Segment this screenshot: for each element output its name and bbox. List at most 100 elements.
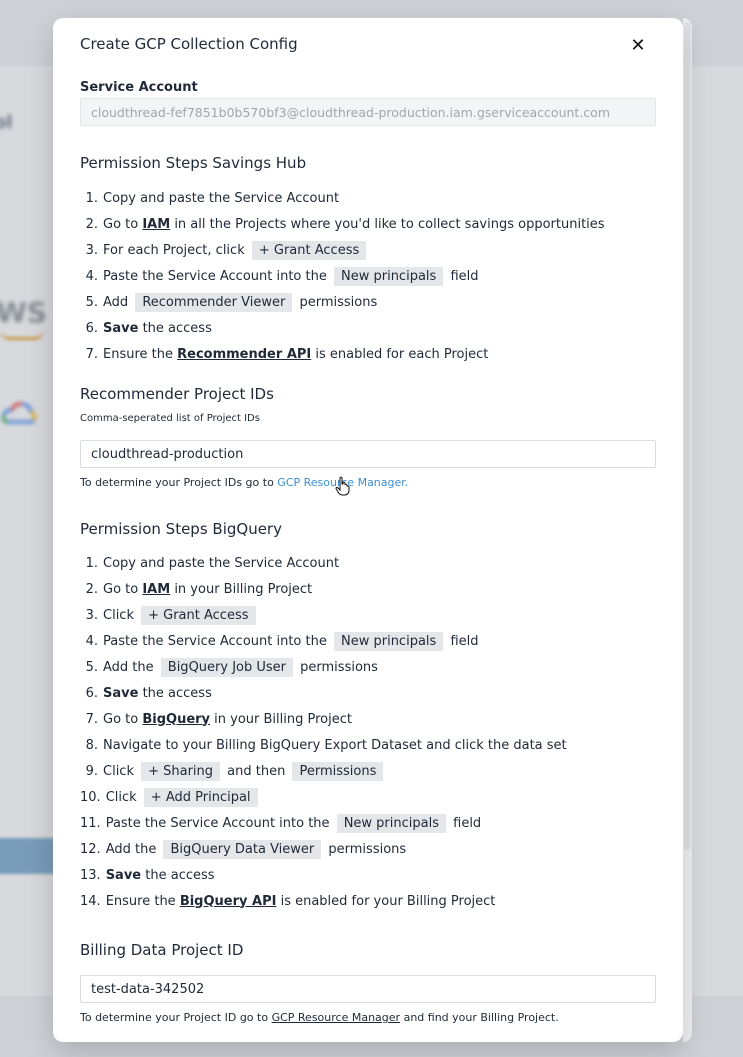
ui-label-chip: + Grant Access	[251, 240, 367, 260]
modal-title: Create GCP Collection Config	[80, 35, 298, 53]
step-text: in your Billing Project	[170, 581, 313, 597]
recommender-hint: Comma-seperated list of Project IDs	[80, 413, 260, 424]
step-text: Paste the Service Account into the	[105, 815, 334, 831]
step-text: Go to	[103, 711, 143, 727]
step-item: 14. Ensure the BigQuery API is enabled fo…	[80, 888, 660, 914]
step-text: and then	[223, 763, 290, 779]
service-account-field[interactable]: cloudthread-fef7851b0b570bf3@cloudthread…	[80, 98, 656, 126]
step-link[interactable]: BigQuery API	[180, 894, 277, 909]
step-number: 2.	[85, 216, 98, 232]
step-text: Add the	[105, 841, 161, 857]
step-text: Paste the Service Account into the	[103, 633, 331, 649]
billing-help: To determine your Project ID go to GCP R…	[80, 1011, 559, 1024]
step-text: Navigate to your Billing BigQuery Export…	[103, 737, 567, 753]
step-text: Ensure the	[103, 346, 178, 362]
step-text: in your Billing Project	[210, 711, 352, 727]
step-text: the access	[138, 685, 212, 701]
ui-label-chip: New principals	[334, 266, 444, 286]
ui-label-chip: New principals	[334, 631, 444, 651]
step-text: Click	[103, 607, 139, 623]
step-text: Click	[105, 789, 141, 805]
billing-project-id-input[interactable]: test-data-342502	[80, 975, 656, 1003]
step-number: 4.	[85, 268, 98, 284]
service-account-value: cloudthread-fef7851b0b570bf3@cloudthread…	[91, 104, 610, 120]
step-text: the access	[138, 320, 212, 336]
step-number: 1.	[85, 555, 98, 571]
create-gcp-config-modal: Create GCP Collection Config ✕ Service A…	[53, 18, 683, 1042]
savings-hub-steps: 1. Copy and paste the Service Account 2. Go…	[80, 185, 660, 367]
step-text: Go to	[103, 216, 143, 232]
step-text: is enabled for your Billing Project	[276, 893, 496, 909]
step-item: 5. Add the BigQuery Job User permissions	[80, 654, 660, 680]
step-text: Click	[103, 763, 139, 779]
gcp-resource-manager-link-2[interactable]: GCP Resource Manager	[272, 1011, 401, 1024]
step-item: 8. Navigate to your Billing BigQuery Expo…	[80, 732, 660, 758]
step-text: in all the Projects where you'd like to …	[170, 216, 605, 232]
step-number: 6.	[85, 320, 98, 336]
step-item: 1. Copy and paste the Service Account	[80, 550, 660, 576]
recommender-title: Recommender Project IDs	[80, 385, 274, 403]
savings-hub-title: Permission Steps Savings Hub	[80, 154, 307, 172]
bigquery-steps: 1. Copy and paste the Service Account 2. Go…	[80, 550, 660, 914]
close-icon: ✕	[630, 34, 646, 56]
step-item: 2. Go to IAM in all the Projects where yo…	[80, 211, 660, 237]
step-text: Add the	[103, 659, 158, 675]
step-link[interactable]: IAM	[142, 217, 170, 232]
ui-label-chip: Permissions	[292, 761, 384, 781]
step-item: 10. Click + Add Principal	[80, 784, 660, 810]
step-number: 6.	[85, 685, 98, 701]
service-account-label: Service Account	[80, 80, 198, 95]
step-link[interactable]: BigQuery	[142, 712, 210, 727]
step-link[interactable]: IAM	[142, 582, 170, 597]
step-item: 4. Paste the Service Account into the New…	[80, 263, 660, 289]
ui-label-chip: New principals	[336, 813, 446, 833]
step-bold-text: Save	[103, 320, 139, 336]
step-number: 7.	[85, 711, 98, 727]
ui-label-chip: + Add Principal	[143, 787, 258, 807]
step-text: the access	[141, 867, 215, 883]
ui-label-chip: Recommender Viewer	[135, 292, 293, 312]
step-text: is enabled for each Project	[311, 346, 489, 362]
step-number: 2.	[85, 581, 98, 597]
billing-help-suffix: and find your Billing Project.	[400, 1011, 559, 1024]
step-text: permissions	[324, 841, 407, 857]
step-item: 1. Copy and paste the Service Account	[80, 185, 660, 211]
step-item: 11. Paste the Service Account into the Ne…	[80, 810, 660, 836]
step-number: 5.	[85, 294, 98, 310]
ui-label-chip: + Sharing	[141, 761, 221, 781]
step-text: Paste the Service Account into the	[103, 268, 331, 284]
step-item: 3. Click + Grant Access	[80, 602, 660, 628]
step-link[interactable]: Recommender API	[177, 347, 311, 362]
recommender-help: To determine your Project IDs go to GCP …	[80, 476, 408, 489]
step-text: Ensure the	[105, 893, 180, 909]
step-number: 5.	[85, 659, 98, 675]
step-number: 3.	[85, 242, 98, 258]
step-number: 4.	[85, 633, 98, 649]
step-text: field	[446, 268, 479, 284]
hand-pointer-cursor-icon	[335, 476, 350, 496]
step-number: 8.	[85, 737, 98, 753]
bigquery-title: Permission Steps BigQuery	[80, 520, 282, 538]
recommender-project-ids-value: cloudthread-production	[91, 446, 244, 462]
recommender-help-text: To determine your Project IDs go to	[80, 476, 278, 489]
close-button[interactable]: ✕	[627, 34, 649, 56]
step-number: 12.	[80, 841, 101, 857]
ui-label-chip: + Grant Access	[141, 605, 256, 625]
step-number: 7.	[85, 346, 98, 362]
step-item: 12. Add the BigQuery Data Viewer permissi…	[80, 836, 660, 862]
step-item: 6. Save the access	[80, 680, 660, 706]
step-text: For each Project, click	[103, 242, 249, 258]
step-number: 14.	[80, 893, 101, 909]
modal-scrollbar-thumb[interactable]	[684, 22, 691, 850]
step-text: permissions	[296, 659, 378, 675]
step-number: 9.	[85, 763, 98, 779]
step-text: permissions	[295, 294, 378, 310]
step-number: 11.	[80, 815, 101, 831]
step-number: 1.	[85, 190, 98, 206]
step-item: 4. Paste the Service Account into the New…	[80, 628, 660, 654]
step-text: Go to	[103, 581, 143, 597]
step-item: 3. For each Project, click + Grant Access	[80, 237, 660, 263]
step-text: field	[446, 633, 479, 649]
recommender-project-ids-input[interactable]: cloudthread-production	[80, 440, 656, 468]
billing-project-id-value: test-data-342502	[91, 981, 205, 997]
